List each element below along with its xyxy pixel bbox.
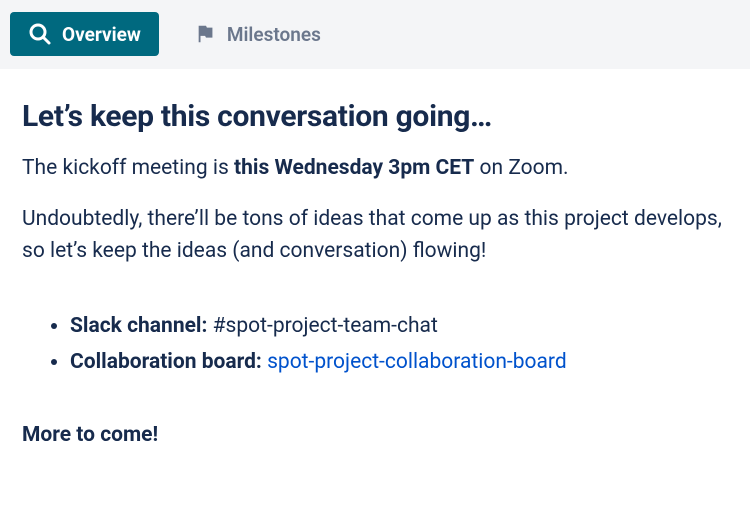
search-icon <box>28 22 52 46</box>
intro-paragraph: The kickoff meeting is this Wednesday 3p… <box>22 152 728 185</box>
tab-overview-label: Overview <box>62 23 141 46</box>
page-title: Let’s keep this conversation going… <box>22 99 728 134</box>
list-item: Slack channel: #spot-project-team-chat <box>70 308 728 345</box>
intro-bold: this Wednesday 3pm CET <box>234 156 474 180</box>
tab-overview[interactable]: Overview <box>10 12 159 56</box>
intro-before: The kickoff meeting is <box>22 156 234 180</box>
body-paragraph: Undoubtedly, there’ll be tons of ideas t… <box>22 203 728 268</box>
content-area: Let’s keep this conversation going… The … <box>0 69 750 467</box>
tab-milestones[interactable]: Milestones <box>177 13 339 56</box>
intro-after: on Zoom. <box>474 156 568 180</box>
slack-value: #spot-project-team-chat <box>207 314 437 338</box>
slack-label: Slack channel: <box>70 314 207 338</box>
resource-list: Slack channel: #spot-project-team-chat C… <box>22 308 728 382</box>
flag-icon <box>195 23 217 45</box>
collab-label: Collaboration board: <box>70 350 262 374</box>
tab-bar: Overview Milestones <box>0 0 750 69</box>
list-item: Collaboration board: spot-project-collab… <box>70 344 728 381</box>
tab-milestones-label: Milestones <box>227 23 321 46</box>
footer-note: More to come! <box>22 423 728 447</box>
collab-link[interactable]: spot-project-collaboration-board <box>267 350 567 374</box>
